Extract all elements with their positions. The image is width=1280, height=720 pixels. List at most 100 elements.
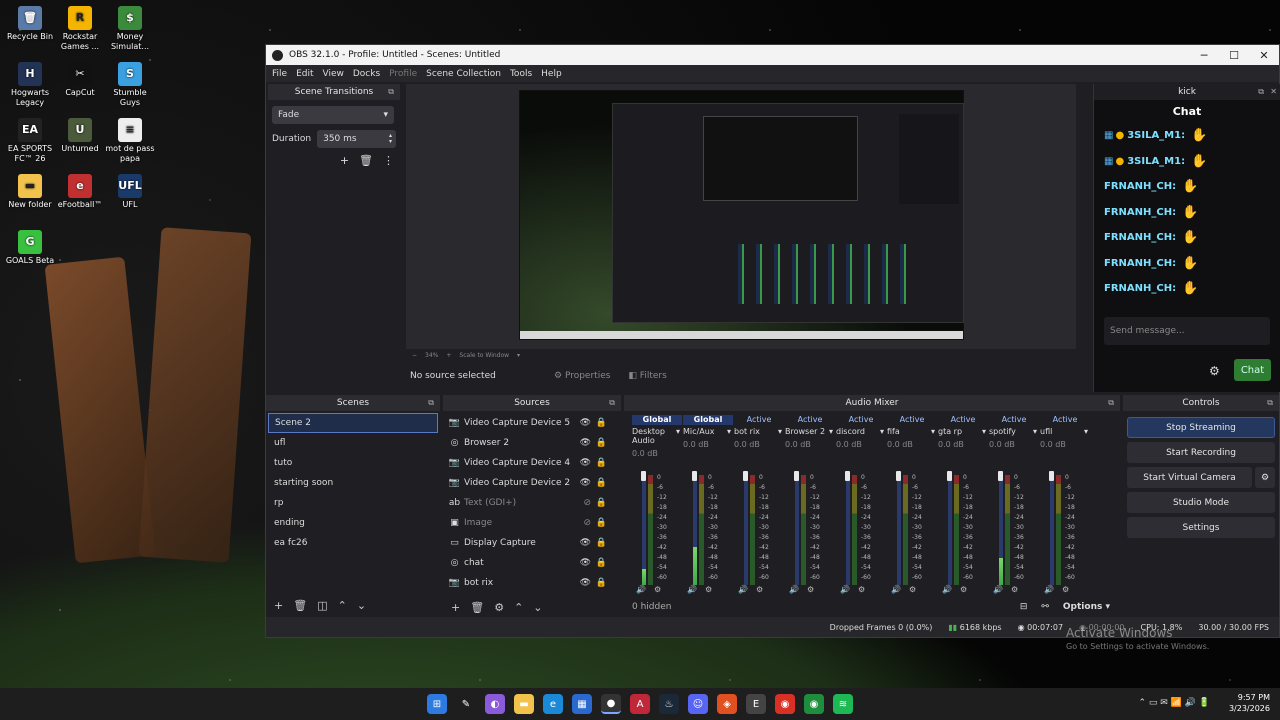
lock-icon[interactable]: 🔒 [596, 418, 607, 428]
arrow-up-icon[interactable]: ⌃ [514, 601, 523, 614]
channel-settings-icon[interactable]: ⚙ [654, 585, 661, 594]
desktop-icon[interactable]: ≡ mot de pass papa [105, 118, 155, 164]
zoom-in-icon[interactable]: + [446, 352, 451, 359]
speaker-icon[interactable]: 🔊 [891, 585, 901, 594]
desktop-icon[interactable]: ✂ CapCut [55, 62, 105, 98]
desktop-icon[interactable]: G GOALS Beta [5, 230, 55, 266]
channel-settings-icon[interactable]: ⚙ [705, 585, 712, 594]
source-item[interactable]: ◎ chat 👁 🔒 [443, 553, 621, 573]
chat-send-button[interactable]: Chat [1234, 359, 1271, 381]
filters-button[interactable]: ◧ Filters [628, 371, 666, 381]
scene-item[interactable]: tuto [268, 453, 438, 473]
pen-icon[interactable]: ✎ [456, 694, 476, 714]
chat-message[interactable]: FRNANH_CH: ✋ [1104, 179, 1198, 194]
volume-fader[interactable] [998, 471, 1003, 481]
add-scene-icon[interactable]: + [274, 599, 283, 612]
preview-canvas[interactable] [519, 90, 964, 340]
dock-undock-icon[interactable]: ⧉ [609, 398, 615, 408]
options-button[interactable]: Options ▾ [1063, 602, 1110, 612]
desktop-icon[interactable]: UFL UFL [105, 174, 155, 210]
duration-input[interactable]: 350 ms ▴ ▾ [317, 130, 396, 148]
volume-fader[interactable] [896, 471, 901, 481]
start-virtual-camera-button[interactable]: Start Virtual Camera [1127, 467, 1252, 488]
channel-name-dropdown[interactable]: Browser 2 ▾ [785, 427, 835, 436]
more-icon[interactable]: ⋮ [383, 154, 394, 167]
obs-icon[interactable]: ● [601, 694, 621, 714]
chrome-alt-icon[interactable]: ◉ [804, 694, 824, 714]
menu-scene-collection[interactable]: Scene Collection [426, 69, 501, 79]
scene-item[interactable]: ending [268, 513, 438, 533]
desktop-icon[interactable]: H Hogwarts Legacy [5, 62, 55, 108]
chat-message[interactable]: FRNANH_CH: ✋ [1104, 256, 1198, 271]
channel-name-dropdown[interactable]: spotify ▾ [989, 427, 1039, 436]
spotify-icon[interactable]: ≋ [833, 694, 853, 714]
maximize-button[interactable]: ☐ [1219, 49, 1249, 62]
virtual-camera-settings-icon[interactable]: ⚙ [1255, 467, 1275, 488]
source-item[interactable]: ▭ Display Capture 👁 🔒 [443, 533, 621, 553]
volume-fader[interactable] [845, 471, 850, 481]
speaker-icon[interactable]: 🔊 [1044, 585, 1054, 594]
scene-item[interactable]: Scene 2 [268, 413, 438, 433]
menu-file[interactable]: File [272, 69, 287, 79]
scene-item[interactable]: ufl [268, 433, 438, 453]
channel-name-dropdown[interactable]: gta rp ▾ [938, 427, 988, 436]
eye-icon[interactable]: 👁 [580, 438, 591, 448]
file-explorer-icon[interactable]: ▬ [514, 694, 534, 714]
lock-icon[interactable]: 🔒 [596, 558, 607, 568]
volume-fader[interactable] [794, 471, 799, 481]
layout-icon[interactable]: ⊟ [1020, 602, 1028, 612]
close-button[interactable]: ✕ [1249, 49, 1279, 62]
channel-name-dropdown[interactable]: bot rix ▾ [734, 427, 784, 436]
lock-icon[interactable]: 🔒 [596, 478, 607, 488]
menu-view[interactable]: View [323, 69, 344, 79]
chat-message[interactable]: FRNANH_CH: ✋ [1104, 230, 1198, 245]
lock-icon[interactable]: 🔒 [596, 518, 607, 528]
eye-off-icon[interactable]: ⊘ [583, 498, 591, 508]
start-icon[interactable]: ⊞ [427, 694, 447, 714]
add-source-icon[interactable]: + [451, 601, 460, 614]
arrow-down-icon[interactable]: ⌄ [357, 599, 366, 612]
chat-message[interactable]: ▦ ● 3SILA_M1: ✋ [1104, 154, 1207, 169]
steam-icon[interactable]: ♨ [659, 694, 679, 714]
channel-settings-icon[interactable]: ⚙ [1011, 585, 1018, 594]
gear-icon[interactable]: ⚙ [494, 601, 504, 614]
channel-settings-icon[interactable]: ⚙ [960, 585, 967, 594]
link-icon[interactable]: ⚯ [1041, 602, 1049, 612]
tray-icons[interactable]: ⌃ ▭ ✉ 📶 🔊 🔋 [1138, 698, 1210, 708]
scale-mode[interactable]: Scale to Window [459, 352, 509, 359]
desktop-icon[interactable]: e eFootball™ [55, 174, 105, 210]
desktop-icon[interactable]: S Stumble Guys [105, 62, 155, 108]
chevron-down-icon[interactable]: ▾ [517, 352, 520, 359]
start-recording-button[interactable]: Start Recording [1127, 442, 1275, 463]
eye-icon[interactable]: 👁 [580, 578, 591, 588]
discord-icon[interactable]: ☺ [688, 694, 708, 714]
menu-docks[interactable]: Docks [353, 69, 380, 79]
speaker-icon[interactable]: 🔊 [687, 585, 697, 594]
source-item[interactable]: 📷 Video Capture Device 4 👁 🔒 [443, 453, 621, 473]
scene-filter-icon[interactable]: ◫ [317, 599, 327, 612]
speaker-icon[interactable]: 🔊 [840, 585, 850, 594]
speaker-icon[interactable]: 🔊 [942, 585, 952, 594]
speaker-icon[interactable]: 🔊 [993, 585, 1003, 594]
desktop-icon[interactable]: ▬ New folder [5, 174, 55, 210]
lock-icon[interactable]: 🔒 [596, 498, 607, 508]
channel-settings-icon[interactable]: ⚙ [858, 585, 865, 594]
menu-edit[interactable]: Edit [296, 69, 313, 79]
source-item[interactable]: 📷 bot rix 👁 🔒 [443, 573, 621, 593]
menu-help[interactable]: Help [541, 69, 562, 79]
chat-settings-icon[interactable]: ⚙ [1209, 364, 1220, 378]
desktop-icon[interactable]: R Rockstar Games ... [55, 6, 105, 52]
chat-message[interactable]: FRNANH_CH: ✋ [1104, 205, 1198, 220]
preview-area[interactable] [406, 84, 1076, 349]
volume-fader[interactable] [743, 471, 748, 481]
source-item[interactable]: ab Text (GDI+) ⊘ 🔒 [443, 493, 621, 513]
desktop-icon[interactable]: U Unturned [55, 118, 105, 154]
channel-settings-icon[interactable]: ⚙ [1062, 585, 1069, 594]
channel-name-dropdown[interactable]: Mic/Aux ▾ [683, 427, 733, 436]
chat-message[interactable]: FRNANH_CH: ✋ [1104, 281, 1198, 296]
arrow-up-icon[interactable]: ⌃ [338, 599, 347, 612]
lock-icon[interactable]: 🔒 [596, 438, 607, 448]
scene-item[interactable]: starting soon [268, 473, 438, 493]
settings-button[interactable]: Settings [1127, 517, 1275, 538]
dock-undock-icon[interactable]: ⧉ [1267, 398, 1273, 408]
